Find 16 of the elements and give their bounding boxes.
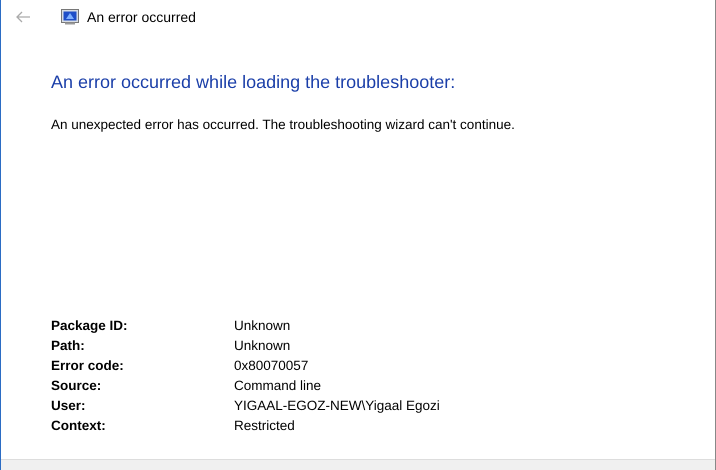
detail-label: Path: bbox=[51, 337, 86, 355]
error-message: An unexpected error has occurred. The troubleshooting wizard can't continue. bbox=[51, 117, 516, 132]
detail-value: 0x80070057 bbox=[234, 357, 310, 375]
troubleshooter-icon bbox=[61, 9, 79, 25]
detail-value: YIGAAL-EGOZ-NEW\Yigaal Egozi bbox=[234, 397, 441, 415]
detail-label: Package ID: bbox=[51, 317, 129, 335]
window-title: An error occurred bbox=[87, 9, 196, 25]
detail-label: User: bbox=[51, 397, 87, 415]
detail-value: Restricted bbox=[234, 417, 296, 435]
detail-value: Unknown bbox=[234, 337, 292, 355]
detail-value: Unknown bbox=[234, 317, 292, 335]
detail-label: Context: bbox=[51, 417, 107, 435]
error-heading: An error occurred while loading the troubleshooter: bbox=[51, 72, 456, 93]
detail-label: Error code: bbox=[51, 357, 125, 375]
detail-value: Command line bbox=[234, 377, 322, 395]
detail-label: Source: bbox=[51, 377, 102, 395]
